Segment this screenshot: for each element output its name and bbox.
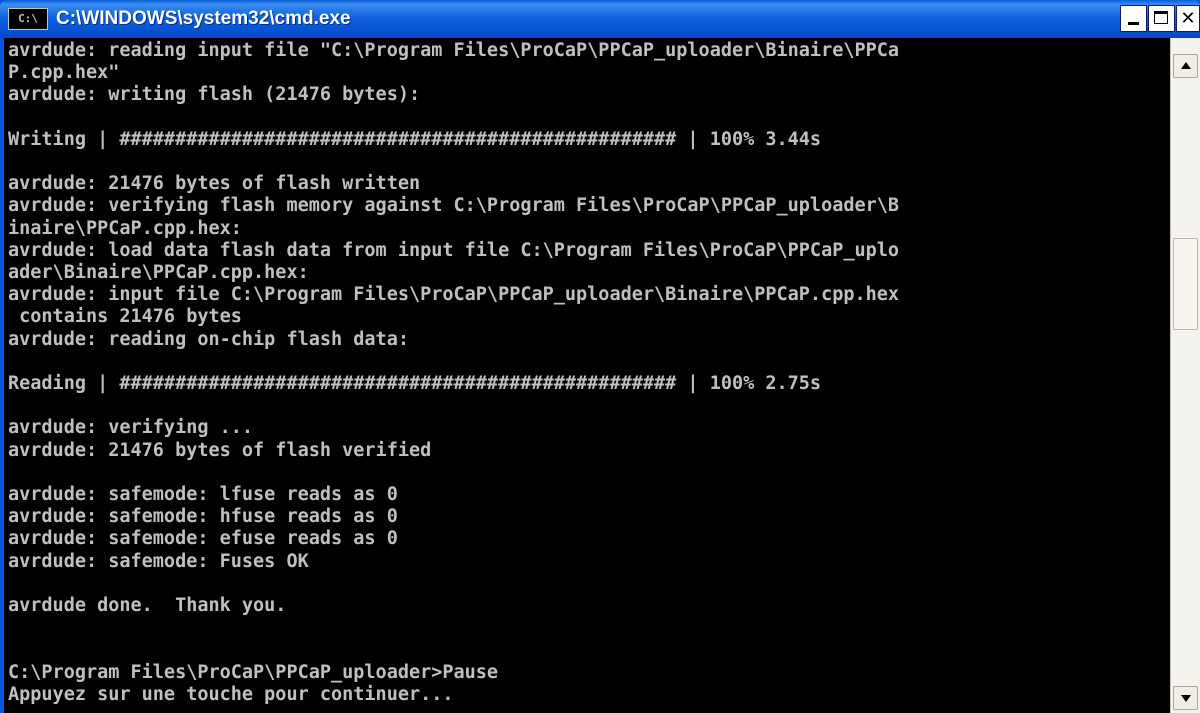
console-output[interactable]: avrdude: reading input file "C:\Program …: [4, 38, 1170, 713]
console-line: avrdude: safemode: efuse reads as 0: [8, 528, 398, 550]
console-line: avrdude: safemode: Fuses OK: [8, 550, 309, 572]
console-line: Writing | ##############################…: [8, 128, 822, 150]
console-line: Appuyez sur une touche pour continuer...: [8, 683, 454, 705]
vertical-scrollbar[interactable]: [1170, 38, 1200, 713]
console-line: avrdude: verifying flash memory against …: [8, 195, 900, 217]
console-line: P.cpp.hex": [8, 62, 120, 84]
minimize-button[interactable]: [1120, 5, 1147, 32]
console-line: avrdude: 21476 bytes of flash verified: [8, 439, 432, 461]
title-bar[interactable]: C:\ C:\WINDOWS\system32\cmd.exe ✕: [0, 0, 1200, 38]
minimize-icon: [1128, 22, 1139, 25]
chevron-up-icon: [1181, 62, 1191, 69]
scroll-up-button[interactable]: [1173, 54, 1198, 78]
cmd-app-icon[interactable]: C:\: [8, 8, 48, 30]
console-line: avrdude: 21476 bytes of flash written: [8, 173, 421, 195]
close-button[interactable]: ✕: [1176, 5, 1200, 32]
console-line: avrdude: safemode: lfuse reads as 0: [8, 484, 398, 505]
console-line: avrdude: writing flash (21476 bytes):: [8, 84, 421, 106]
console-line: avrdude: verifying ...: [8, 417, 254, 439]
console-line: avrdude: reading on-chip flash data:: [8, 328, 409, 350]
console-line: avrdude done. Thank you.: [8, 595, 287, 616]
console-line: inaire\PPCaP.cpp.hex:: [8, 217, 242, 239]
scroll-thumb[interactable]: [1173, 238, 1198, 330]
console-line: ader\Binaire\PPCaP.cpp.hex:: [8, 262, 309, 283]
maximize-icon: [1154, 11, 1168, 24]
console-line: contains 21476 bytes: [8, 306, 242, 328]
console-line: C:\Program Files\ProCaP\PPCaP_uploader>P…: [8, 661, 499, 683]
cmd-window: C:\ C:\WINDOWS\system32\cmd.exe ✕ avrdud…: [0, 0, 1200, 713]
window-title: C:\WINDOWS\system32\cmd.exe: [56, 8, 351, 29]
console-line: avrdude: safemode: hfuse reads as 0: [8, 506, 398, 528]
maximize-button[interactable]: [1148, 5, 1175, 32]
console-line: Reading | ##############################…: [8, 373, 822, 394]
scroll-down-button[interactable]: [1173, 686, 1198, 710]
chevron-down-icon: [1181, 695, 1191, 702]
console-line: avrdude: input file C:\Program Files\Pro…: [8, 284, 900, 306]
close-icon: ✕: [1180, 8, 1196, 29]
console-line: avrdude: load data flash data from input…: [8, 239, 900, 261]
console-line: avrdude: reading input file "C:\Program …: [8, 40, 900, 61]
